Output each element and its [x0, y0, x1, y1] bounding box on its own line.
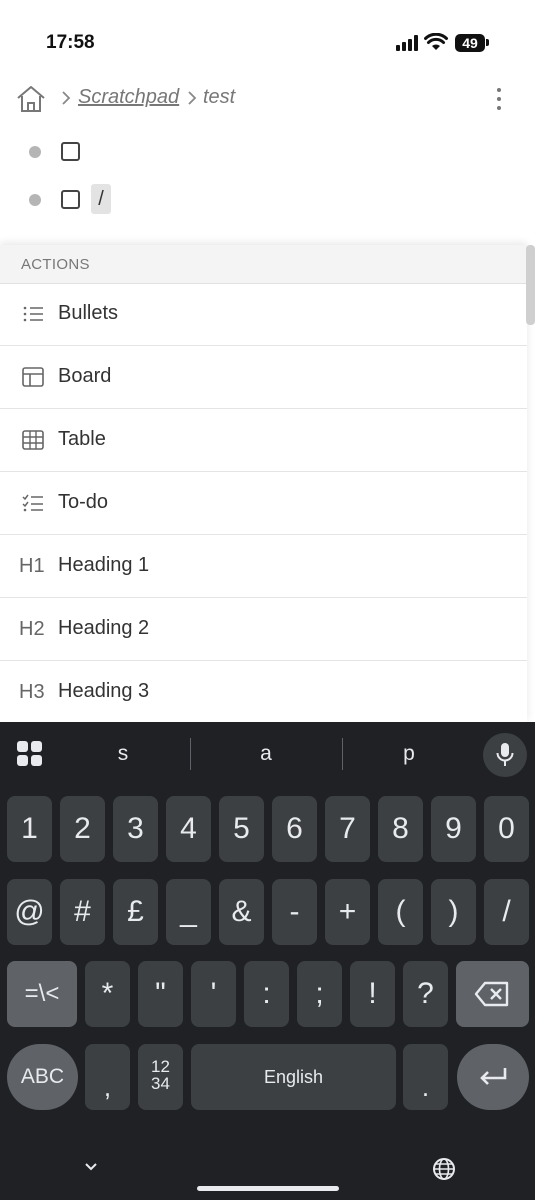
actions-header: ACTIONS	[0, 245, 527, 284]
action-label: Bullets	[58, 302, 119, 324]
microphone-icon	[496, 743, 514, 766]
slash-command-text[interactable]: /	[91, 184, 111, 214]
key-underscore[interactable]: _	[166, 879, 211, 945]
key-single-quote[interactable]: '	[191, 961, 236, 1027]
apps-grid-icon[interactable]	[17, 741, 43, 767]
action-label: Heading 1	[58, 554, 150, 576]
suggestion[interactable]: s	[93, 742, 153, 766]
microphone-button[interactable]	[483, 733, 527, 777]
key-symbols-2[interactable]: =\<	[7, 961, 77, 1027]
key-6[interactable]: 6	[272, 796, 317, 862]
heading-3-icon: H3	[19, 681, 45, 703]
enter-key[interactable]	[457, 1044, 529, 1110]
key-3[interactable]: 3	[113, 796, 158, 862]
actions-header-label: ACTIONS	[21, 256, 90, 273]
action-table[interactable]: Table	[0, 409, 527, 472]
keyboard: s a p 1 2 3 4 5 6 7 8 9 0 @ # £ _ & - + …	[0, 722, 535, 1200]
popup-scrollbar[interactable]	[526, 245, 535, 325]
suggestion-bar: s a p	[0, 722, 535, 786]
key-at[interactable]: @	[7, 879, 52, 945]
action-label: Table	[58, 428, 106, 450]
breadcrumb-current: test	[203, 86, 236, 108]
suggestion[interactable]: a	[236, 742, 296, 766]
action-heading-3[interactable]: H3 Heading 3	[0, 661, 527, 722]
action-label: Board	[58, 365, 112, 387]
key-1[interactable]: 1	[7, 796, 52, 862]
home-indicator[interactable]	[197, 1186, 339, 1191]
key-period[interactable]: .	[403, 1044, 448, 1110]
key-exclamation[interactable]: !	[350, 961, 395, 1027]
board-icon	[22, 367, 44, 387]
list-icon	[23, 306, 43, 322]
globe-icon[interactable]	[432, 1157, 456, 1181]
abc-key[interactable]: ABC	[7, 1044, 78, 1110]
key-question[interactable]: ?	[403, 961, 448, 1027]
key-slash[interactable]: /	[484, 879, 529, 945]
todo-checkbox[interactable]	[61, 190, 80, 209]
key-2[interactable]: 2	[60, 796, 105, 862]
chevron-right-icon	[62, 91, 71, 105]
key-pound[interactable]: £	[113, 879, 158, 945]
action-todo[interactable]: To-do	[0, 472, 527, 535]
space-key[interactable]: English	[191, 1044, 396, 1110]
status-time: 17:58	[46, 32, 95, 53]
divider	[342, 738, 343, 770]
cellular-signal-icon	[396, 35, 418, 51]
heading-1-icon: H1	[19, 555, 45, 577]
key-semicolon[interactable]: ;	[297, 961, 342, 1027]
action-label: Heading 2	[58, 617, 150, 639]
action-label: To-do	[58, 491, 109, 513]
enter-icon	[480, 1068, 507, 1085]
key-plus[interactable]: +	[325, 879, 370, 945]
key-0[interactable]: 0	[484, 796, 529, 862]
key-4[interactable]: 4	[166, 796, 211, 862]
todo-list-icon	[22, 494, 43, 512]
suggestion[interactable]: p	[379, 742, 439, 766]
todo-checkbox[interactable]	[61, 142, 80, 161]
key-8[interactable]: 8	[378, 796, 423, 862]
key-7[interactable]: 7	[325, 796, 370, 862]
action-bullets[interactable]: Bullets	[0, 283, 527, 346]
keyboard-hide-chevron-icon[interactable]	[84, 1162, 98, 1172]
key-double-quote[interactable]: "	[138, 961, 183, 1027]
key-open-paren[interactable]: (	[378, 879, 423, 945]
backspace-icon	[474, 981, 509, 1007]
table-icon	[22, 430, 44, 450]
wifi-icon	[424, 33, 448, 50]
divider	[190, 738, 191, 770]
action-heading-2[interactable]: H2 Heading 2	[0, 598, 527, 661]
chevron-right-icon	[188, 91, 197, 105]
home-icon[interactable]	[14, 84, 48, 114]
action-label: Heading 3	[58, 680, 150, 702]
bullet-dot[interactable]	[29, 146, 41, 158]
key-close-paren[interactable]: )	[431, 879, 476, 945]
bullet-dot[interactable]	[29, 194, 41, 206]
key-9[interactable]: 9	[431, 796, 476, 862]
battery-nub	[486, 39, 489, 46]
key-ampersand[interactable]: &	[219, 879, 264, 945]
key-asterisk[interactable]: *	[85, 961, 130, 1027]
action-heading-1[interactable]: H1 Heading 1	[0, 535, 527, 598]
key-5[interactable]: 5	[219, 796, 264, 862]
key-hash[interactable]: #	[60, 879, 105, 945]
breadcrumb-link-scratchpad[interactable]: Scratchpad	[78, 86, 179, 109]
numpad-key[interactable]: 12 34	[138, 1044, 183, 1110]
more-vertical-icon[interactable]	[496, 88, 502, 110]
action-board[interactable]: Board	[0, 346, 527, 409]
key-comma[interactable]: ,	[85, 1044, 130, 1110]
key-colon[interactable]: :	[244, 961, 289, 1027]
battery-icon: 49	[455, 34, 485, 52]
heading-2-icon: H2	[19, 618, 45, 640]
actions-popup: ACTIONS Bullets Board Table To-do H1 Hea…	[0, 245, 527, 722]
key-minus[interactable]: -	[272, 879, 317, 945]
backspace-key[interactable]	[456, 961, 529, 1027]
